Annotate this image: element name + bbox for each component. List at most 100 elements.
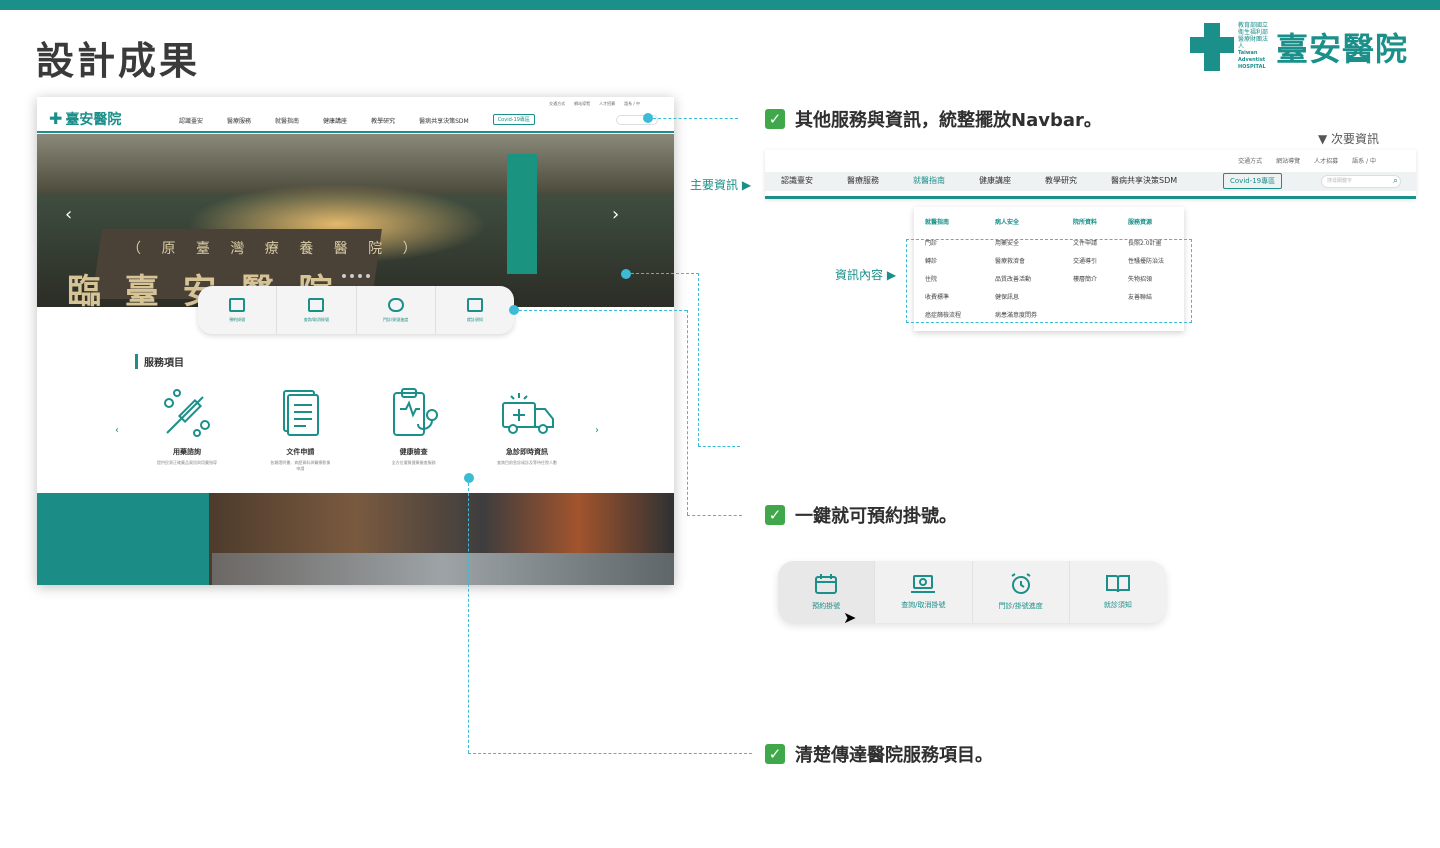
nav-item[interactable]: 教學研究 <box>371 116 395 125</box>
slide: 設計成果 教育部國立 衛生福利部 醫療財團法人 Taiwan Adventist… <box>0 0 1440 848</box>
check-icon: ✓ <box>765 505 785 525</box>
quick-item-progress[interactable]: 門診/掛號進度 <box>973 561 1070 623</box>
connector-line <box>687 515 742 516</box>
quick-item[interactable]: 門診/掛號進度 <box>357 286 436 334</box>
nav-item[interactable]: 認識臺安 <box>179 116 203 125</box>
hospital-logo: 教育部國立 衛生福利部 醫療財團法人 Taiwan Adventist HOSP… <box>1190 22 1408 71</box>
ambulance-icon <box>501 393 554 434</box>
mockup-nav-items: 認識臺安 醫療服務 就醫指南 健康講座 教學研究 醫病共享決策SDM Covid… <box>179 114 535 125</box>
mockup-logo[interactable]: ✚ 臺安醫院 <box>49 109 121 129</box>
alarm-clock-icon <box>1011 573 1031 594</box>
nav-item[interactable]: 認識臺安 <box>781 175 813 186</box>
connector-line <box>687 310 688 515</box>
connector-dot <box>643 113 653 123</box>
util-link[interactable]: 交通方式 <box>549 101 565 107</box>
services-list: 用藥諮詢 提供民眾正確藥品資訊與用藥指導 文件申請 各類證明書、病歷資料與醫療影… <box>147 385 567 472</box>
hero-banner: （ 原 臺 灣 療 養 醫 院 ） 臨 臺 安 醫 院 ‹ › <box>37 134 674 307</box>
quick-item-booking[interactable]: 預約掛號 <box>778 561 876 623</box>
content-highlight-box <box>906 239 1192 323</box>
navbar-detail: 交通方式 網站導覽 人才招募 語系 / 中 認識臺安 醫療服務 就醫指南 健康講… <box>765 150 1416 199</box>
nav-item[interactable]: 醫病共享決策SDM <box>1111 175 1177 186</box>
util-link[interactable]: 人才招募 <box>1314 156 1338 165</box>
nav-item[interactable]: 醫病共享決策SDM <box>419 116 469 125</box>
calendar-icon <box>815 574 838 594</box>
check-icon: ✓ <box>765 744 785 764</box>
nav-item[interactable]: 醫療服務 <box>227 116 251 125</box>
label-secondary-info: ▼ 次要資訊 <box>1318 132 1380 146</box>
nav-item[interactable]: 健康講座 <box>979 175 1011 186</box>
nav-item[interactable]: 教學研究 <box>1045 175 1077 186</box>
connector-dot <box>464 473 474 483</box>
label-content-info: 資訊內容 ▶ <box>835 268 897 282</box>
util-link[interactable]: 交通方式 <box>1238 156 1262 165</box>
chevron-left-icon[interactable]: ‹ <box>115 425 119 436</box>
connector-dot <box>509 305 519 315</box>
hero-sign-text: （ 原 臺 灣 療 養 醫 院 ） <box>127 241 425 257</box>
annotation-services: ✓ 清楚傳達醫院服務項目。 <box>765 741 993 767</box>
check-icon: ✓ <box>765 109 785 129</box>
mockup-util-links: 交通方式 網站導覽 人才招募 語系 / 中 <box>549 101 640 107</box>
covid-button[interactable]: Covid-19專區 <box>492 114 535 125</box>
green-sign <box>507 154 537 274</box>
annotation-booking: ✓ 一鍵就可預約掛號。 <box>765 502 957 528</box>
connector-dot <box>621 269 631 279</box>
syringe-pills-icon <box>164 389 210 437</box>
clipboard-stethoscope-icon <box>392 388 438 436</box>
util-link[interactable]: 語系 / 中 <box>1352 156 1376 165</box>
chevron-right-icon[interactable]: › <box>595 425 599 436</box>
clock-icon <box>387 297 404 312</box>
calendar-icon <box>229 297 246 312</box>
annotation-navbar: ✓ 其他服務與資訊，統整擺放Navbar。 <box>765 106 1102 132</box>
page-title: 設計成果 <box>36 39 201 83</box>
connector-line <box>519 310 687 311</box>
util-link[interactable]: 網站導覽 <box>574 101 590 107</box>
chevron-left-icon[interactable]: ‹ <box>65 204 72 225</box>
chevron-right-icon[interactable]: › <box>612 204 619 225</box>
website-mockup: ✚ 臺安醫院 交通方式 網站導覽 人才招募 語系 / 中 認識臺安 醫療服務 就醫… <box>37 97 674 585</box>
book-icon <box>1105 575 1130 593</box>
cross-icon: ✚ <box>49 109 63 128</box>
connector-line <box>631 273 699 274</box>
service-item[interactable]: 急診即時資訊 查詢目前急診候診及等待住院人數 <box>487 385 567 472</box>
document-icon <box>283 390 320 436</box>
logo-small-text: 教育部國立 衛生福利部 醫療財團法人 Taiwan Adventist HOSP… <box>1238 22 1269 70</box>
search-icon[interactable]: ⌕ <box>1393 176 1398 186</box>
quick-item[interactable]: 查詢/取消掛號 <box>277 286 357 334</box>
search-input[interactable]: 搜尋關鍵字 <box>1321 175 1401 188</box>
navbar-util-links: 交通方式 網站導覽 人才招募 語系 / 中 <box>1238 156 1376 165</box>
laptop-icon <box>308 297 325 312</box>
quick-item[interactable]: 就診須知 <box>436 286 514 334</box>
mockup-quick-bar: 預約掛號 查詢/取消掛號 門診/掛號進度 就診須知 <box>198 286 514 334</box>
top-accent-bar <box>0 0 1440 10</box>
quick-item[interactable]: 預約掛號 <box>198 286 278 334</box>
connector-line <box>698 273 699 446</box>
services-title: 服務項目 <box>135 354 184 369</box>
label-main-info: 主要資訊 ▶ <box>690 178 752 192</box>
util-link[interactable]: 人才招募 <box>599 101 615 107</box>
lobby-photo <box>37 493 674 585</box>
service-item[interactable]: 健康檢查 全方位優質健康檢查服務 <box>374 385 454 472</box>
navbar-items: 認識臺安 醫療服務 就醫指南 健康講座 教學研究 醫病共享決策SDM <box>781 175 1211 186</box>
connector-line <box>653 118 738 119</box>
mouse-cursor-icon: ➤ <box>843 608 857 627</box>
connector-line <box>698 446 740 447</box>
covid-button[interactable]: Covid-19專區 <box>1223 173 1283 189</box>
service-item[interactable]: 文件申請 各類證明書、病歷資料與醫療影像申請 <box>260 385 340 472</box>
quick-item-notice[interactable]: 就診須知 <box>1070 561 1166 623</box>
util-link[interactable]: 網站導覽 <box>1276 156 1300 165</box>
connector-line <box>468 483 469 753</box>
logo-name: 臺安醫院 <box>1276 29 1409 68</box>
nav-item[interactable]: 就醫指南 <box>275 116 299 125</box>
connector-line <box>468 753 752 754</box>
nav-item[interactable]: 健康講座 <box>323 116 347 125</box>
nav-item-active[interactable]: 就醫指南 <box>913 175 945 186</box>
util-link[interactable]: 語系 / 中 <box>624 101 640 107</box>
quick-booking-detail: 預約掛號 查詢/取消掛號 門診/掛號進度 就診須知 <box>778 561 1166 623</box>
carousel-dots[interactable] <box>342 274 370 278</box>
quick-item-query[interactable]: 查詢/取消掛號 <box>875 561 973 623</box>
cross-icon <box>1190 22 1234 71</box>
mockup-navbar: ✚ 臺安醫院 交通方式 網站導覽 人才招募 語系 / 中 認識臺安 醫療服務 就醫… <box>37 97 674 133</box>
service-item[interactable]: 用藥諮詢 提供民眾正確藥品資訊與用藥指導 <box>147 385 227 472</box>
nav-item[interactable]: 醫療服務 <box>847 175 879 186</box>
laptop-icon <box>911 575 936 593</box>
